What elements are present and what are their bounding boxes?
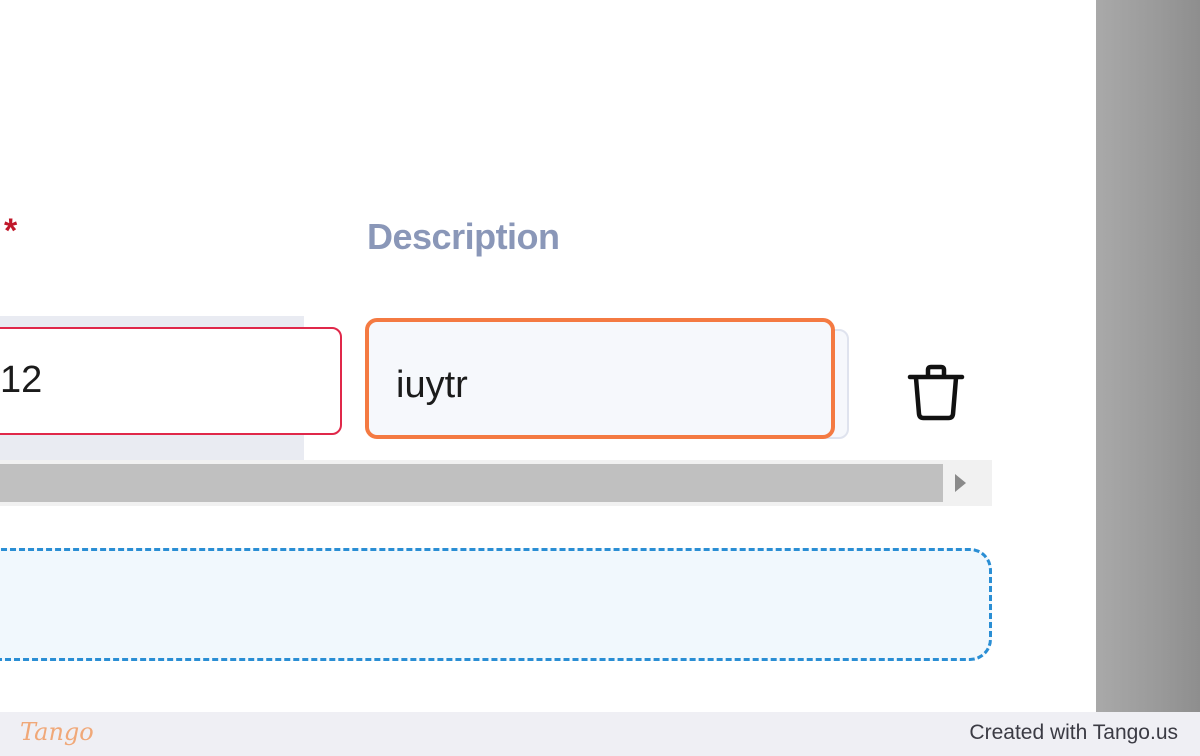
scrollbar-thumb[interactable]: [0, 464, 943, 502]
footer-credit: Created with Tango.us: [969, 721, 1178, 744]
triangle-right-icon[interactable]: [955, 474, 966, 492]
description-input-text: iuytr: [396, 364, 468, 406]
required-marker: *: [4, 212, 18, 250]
tango-logo: Tango: [20, 718, 94, 746]
drop-zone[interactable]: [0, 548, 992, 661]
delete-row-button[interactable]: [902, 362, 970, 424]
trash-icon: [907, 364, 965, 421]
side-overlay: [1096, 0, 1200, 712]
horizontal-scrollbar[interactable]: [0, 460, 992, 506]
description-label: Description: [367, 216, 560, 257]
value-input[interactable]: [0, 327, 342, 435]
value-input-text: 12: [0, 359, 43, 401]
page-frame: * Description 12 iuytr: [0, 0, 1200, 712]
